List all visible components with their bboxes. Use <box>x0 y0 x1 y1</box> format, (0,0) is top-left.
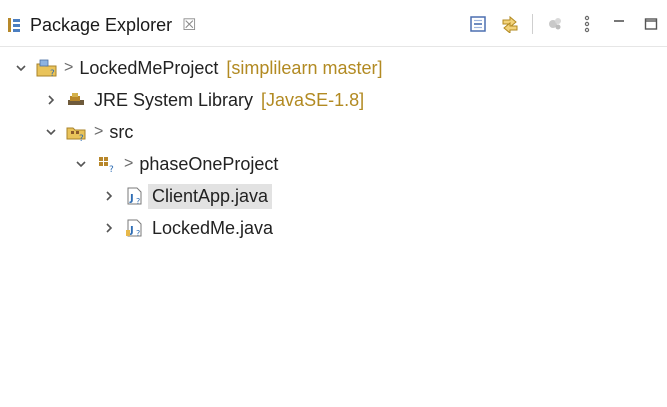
svg-text:?: ? <box>50 69 55 78</box>
toolbar-separator <box>532 14 533 34</box>
tree-item-label: LockedMeProject <box>79 57 219 78</box>
collapse-all-icon[interactable] <box>468 14 488 34</box>
minimize-icon[interactable] <box>609 14 629 34</box>
close-icon[interactable]: ☒ <box>182 15 196 35</box>
tree-item-label: JRE System Library <box>94 89 254 110</box>
view-header: Package Explorer ☒ <box>0 0 667 47</box>
package-icon: ? <box>96 153 118 175</box>
view-menu-icon[interactable] <box>577 14 597 34</box>
chevron-right-icon[interactable] <box>44 93 58 107</box>
chevron-right-icon[interactable] <box>102 189 116 203</box>
source-folder-icon: ? <box>66 121 88 143</box>
svg-text:?: ? <box>109 165 114 174</box>
java-file-icon: J ? <box>124 217 146 239</box>
svg-text:?: ? <box>79 134 84 142</box>
tree-item-jre-library[interactable]: JRE System Library [JavaSE-1.8] <box>44 84 364 116</box>
outgoing-changes-marker: > <box>64 59 74 76</box>
package-explorer-icon <box>6 16 24 34</box>
svg-text:J: J <box>129 193 134 204</box>
view-title: Package Explorer <box>30 14 173 35</box>
package-explorer-tab[interactable]: Package Explorer ☒ <box>6 10 196 40</box>
chevron-down-icon[interactable] <box>74 157 88 171</box>
jre-version-decoration: [JavaSE-1.8] <box>261 89 365 110</box>
chevron-down-icon[interactable] <box>14 61 28 75</box>
tree-item-clientapp[interactable]: J ? ClientApp.java <box>102 180 273 212</box>
library-icon <box>66 89 88 111</box>
tree-item-lockedme[interactable]: J ? LockedMe.java <box>102 212 273 244</box>
chevron-down-icon[interactable] <box>44 125 58 139</box>
view-toolbar <box>468 12 661 36</box>
svg-text:?: ? <box>136 229 140 238</box>
git-branch-decoration: [simplilearn master] <box>226 57 383 78</box>
link-with-editor-icon[interactable] <box>500 14 520 34</box>
tree-item-project[interactable]: ? > LockedMeProject [simplilearn master] <box>14 52 382 84</box>
maximize-icon[interactable] <box>641 14 661 34</box>
package-explorer-view: Package Explorer ☒ ? > LockedMeProject [… <box>0 0 667 407</box>
project-icon: ? <box>36 57 58 79</box>
tree-item-label: phaseOneProject <box>139 153 279 174</box>
chevron-right-icon[interactable] <box>102 221 116 235</box>
java-file-icon: J ? <box>124 185 146 207</box>
tree-item-label: ClientApp.java <box>148 183 273 209</box>
tree-item-label: LockedMe.java <box>152 217 274 238</box>
focus-on-active-task-icon[interactable] <box>545 14 565 34</box>
tree-item-src[interactable]: ? > src <box>44 116 133 148</box>
tree-item-label: src <box>109 121 134 142</box>
svg-text:?: ? <box>136 197 140 206</box>
outgoing-changes-marker: > <box>94 123 104 140</box>
tree-item-package[interactable]: ? > phaseOneProject <box>74 148 278 180</box>
outgoing-changes-marker: > <box>124 155 134 172</box>
